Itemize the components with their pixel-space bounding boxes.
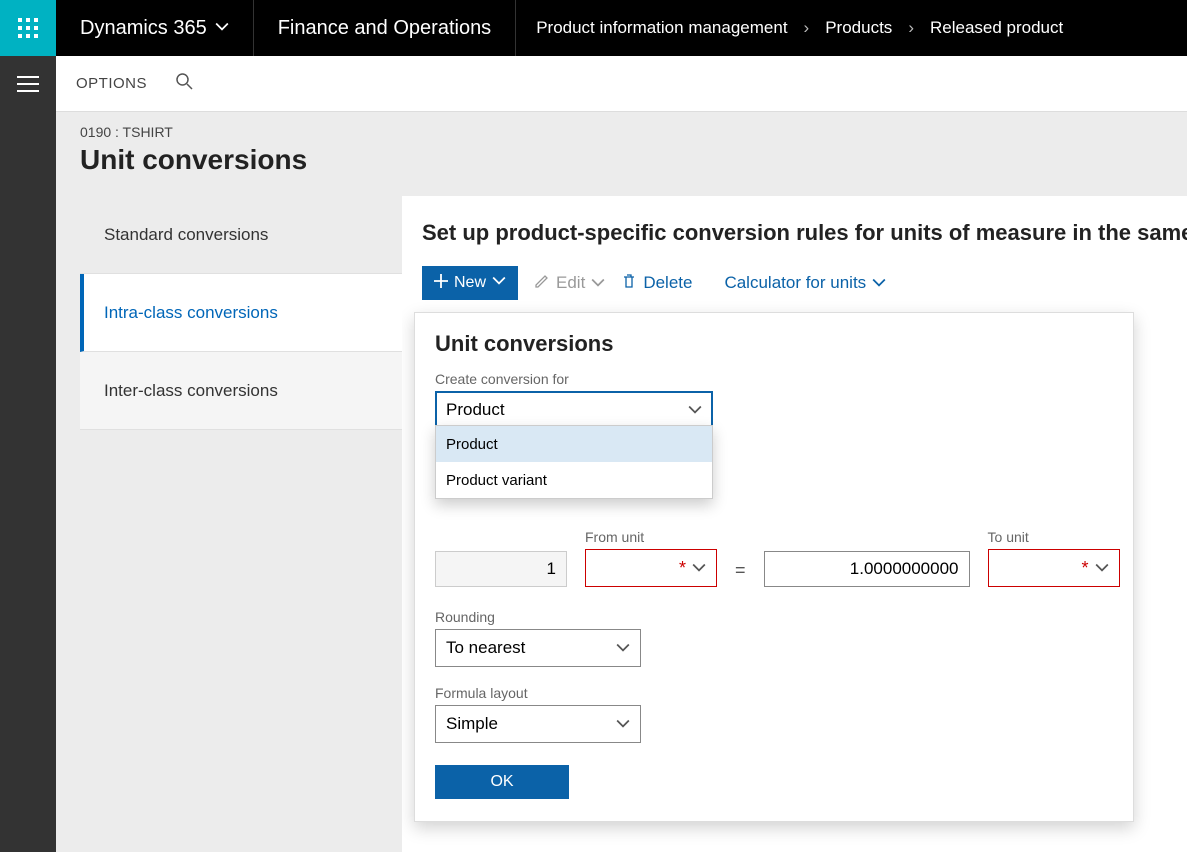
pencil-icon <box>534 273 550 294</box>
chevron-down-icon <box>616 717 630 731</box>
calculator-button[interactable]: Calculator for units <box>724 273 886 293</box>
delete-button[interactable]: Delete <box>621 273 692 294</box>
ok-button[interactable]: OK <box>435 765 569 799</box>
rounding-label: Rounding <box>435 609 1113 625</box>
search-icon <box>175 72 193 90</box>
chevron-down-icon <box>215 17 229 40</box>
from-unit-label: From unit <box>585 529 717 545</box>
tab-standard-conversions[interactable]: Standard conversions <box>80 196 402 274</box>
tab-inter-class-conversions[interactable]: Inter-class conversions <box>80 352 402 430</box>
record-id: 0190 : TSHIRT <box>80 124 1187 140</box>
chevron-down-icon <box>492 274 506 293</box>
required-icon: * <box>1082 558 1089 579</box>
chevron-down-icon <box>591 276 605 290</box>
breadcrumb-item[interactable]: Product information management <box>536 18 787 38</box>
unit-conversion-popup: Unit conversions Create conversion for P… <box>414 312 1134 822</box>
create-for-select[interactable]: Product <box>435 391 713 429</box>
waffle-icon <box>18 18 38 38</box>
breadcrumb-item[interactable]: Released product <box>930 18 1063 38</box>
formula-layout-select[interactable]: Simple <box>435 705 641 743</box>
formula-layout-label: Formula layout <box>435 685 1113 701</box>
from-unit-select[interactable]: * <box>585 549 717 587</box>
create-for-label: Create conversion for <box>435 371 1113 387</box>
factor-left-input[interactable] <box>435 551 567 587</box>
edit-button[interactable]: Edit <box>534 273 605 294</box>
options-menu[interactable]: OPTIONS <box>76 75 147 92</box>
chevron-right-icon: › <box>908 18 914 38</box>
page-title: Unit conversions <box>80 144 1187 176</box>
chevron-down-icon <box>616 641 630 655</box>
search-button[interactable] <box>175 72 193 95</box>
brand-menu[interactable]: Dynamics 365 <box>56 0 254 56</box>
module-label: Finance and Operations <box>254 0 516 56</box>
required-icon: * <box>679 558 686 579</box>
factor-right-input[interactable] <box>764 551 970 587</box>
equals-sign: = <box>735 560 746 587</box>
trash-icon <box>621 273 637 294</box>
dropdown-option-product[interactable]: Product <box>436 426 712 462</box>
nav-toggle[interactable] <box>0 56 56 112</box>
chevron-down-icon <box>872 276 886 290</box>
hamburger-icon <box>17 76 39 92</box>
to-unit-select[interactable]: * <box>988 549 1120 587</box>
chevron-down-icon <box>1095 561 1109 575</box>
to-unit-label: To unit <box>988 529 1120 545</box>
chevron-down-icon <box>692 561 706 575</box>
new-button[interactable]: New <box>422 266 518 300</box>
dropdown-option-product-variant[interactable]: Product variant <box>436 462 712 498</box>
plus-icon <box>434 274 448 293</box>
popup-title: Unit conversions <box>435 331 1113 357</box>
breadcrumb-item[interactable]: Products <box>825 18 892 38</box>
tab-intra-class-conversions[interactable]: Intra-class conversions <box>80 274 402 352</box>
breadcrumb: Product information management › Product… <box>516 0 1187 56</box>
chevron-right-icon: › <box>804 18 810 38</box>
create-for-dropdown: Product Product variant <box>435 425 713 499</box>
panel-heading: Set up product-specific conversion rules… <box>422 220 1187 246</box>
chevron-down-icon <box>688 403 702 417</box>
brand-label: Dynamics 365 <box>80 17 207 40</box>
rounding-select[interactable]: To nearest <box>435 629 641 667</box>
app-launcher[interactable] <box>0 0 56 56</box>
